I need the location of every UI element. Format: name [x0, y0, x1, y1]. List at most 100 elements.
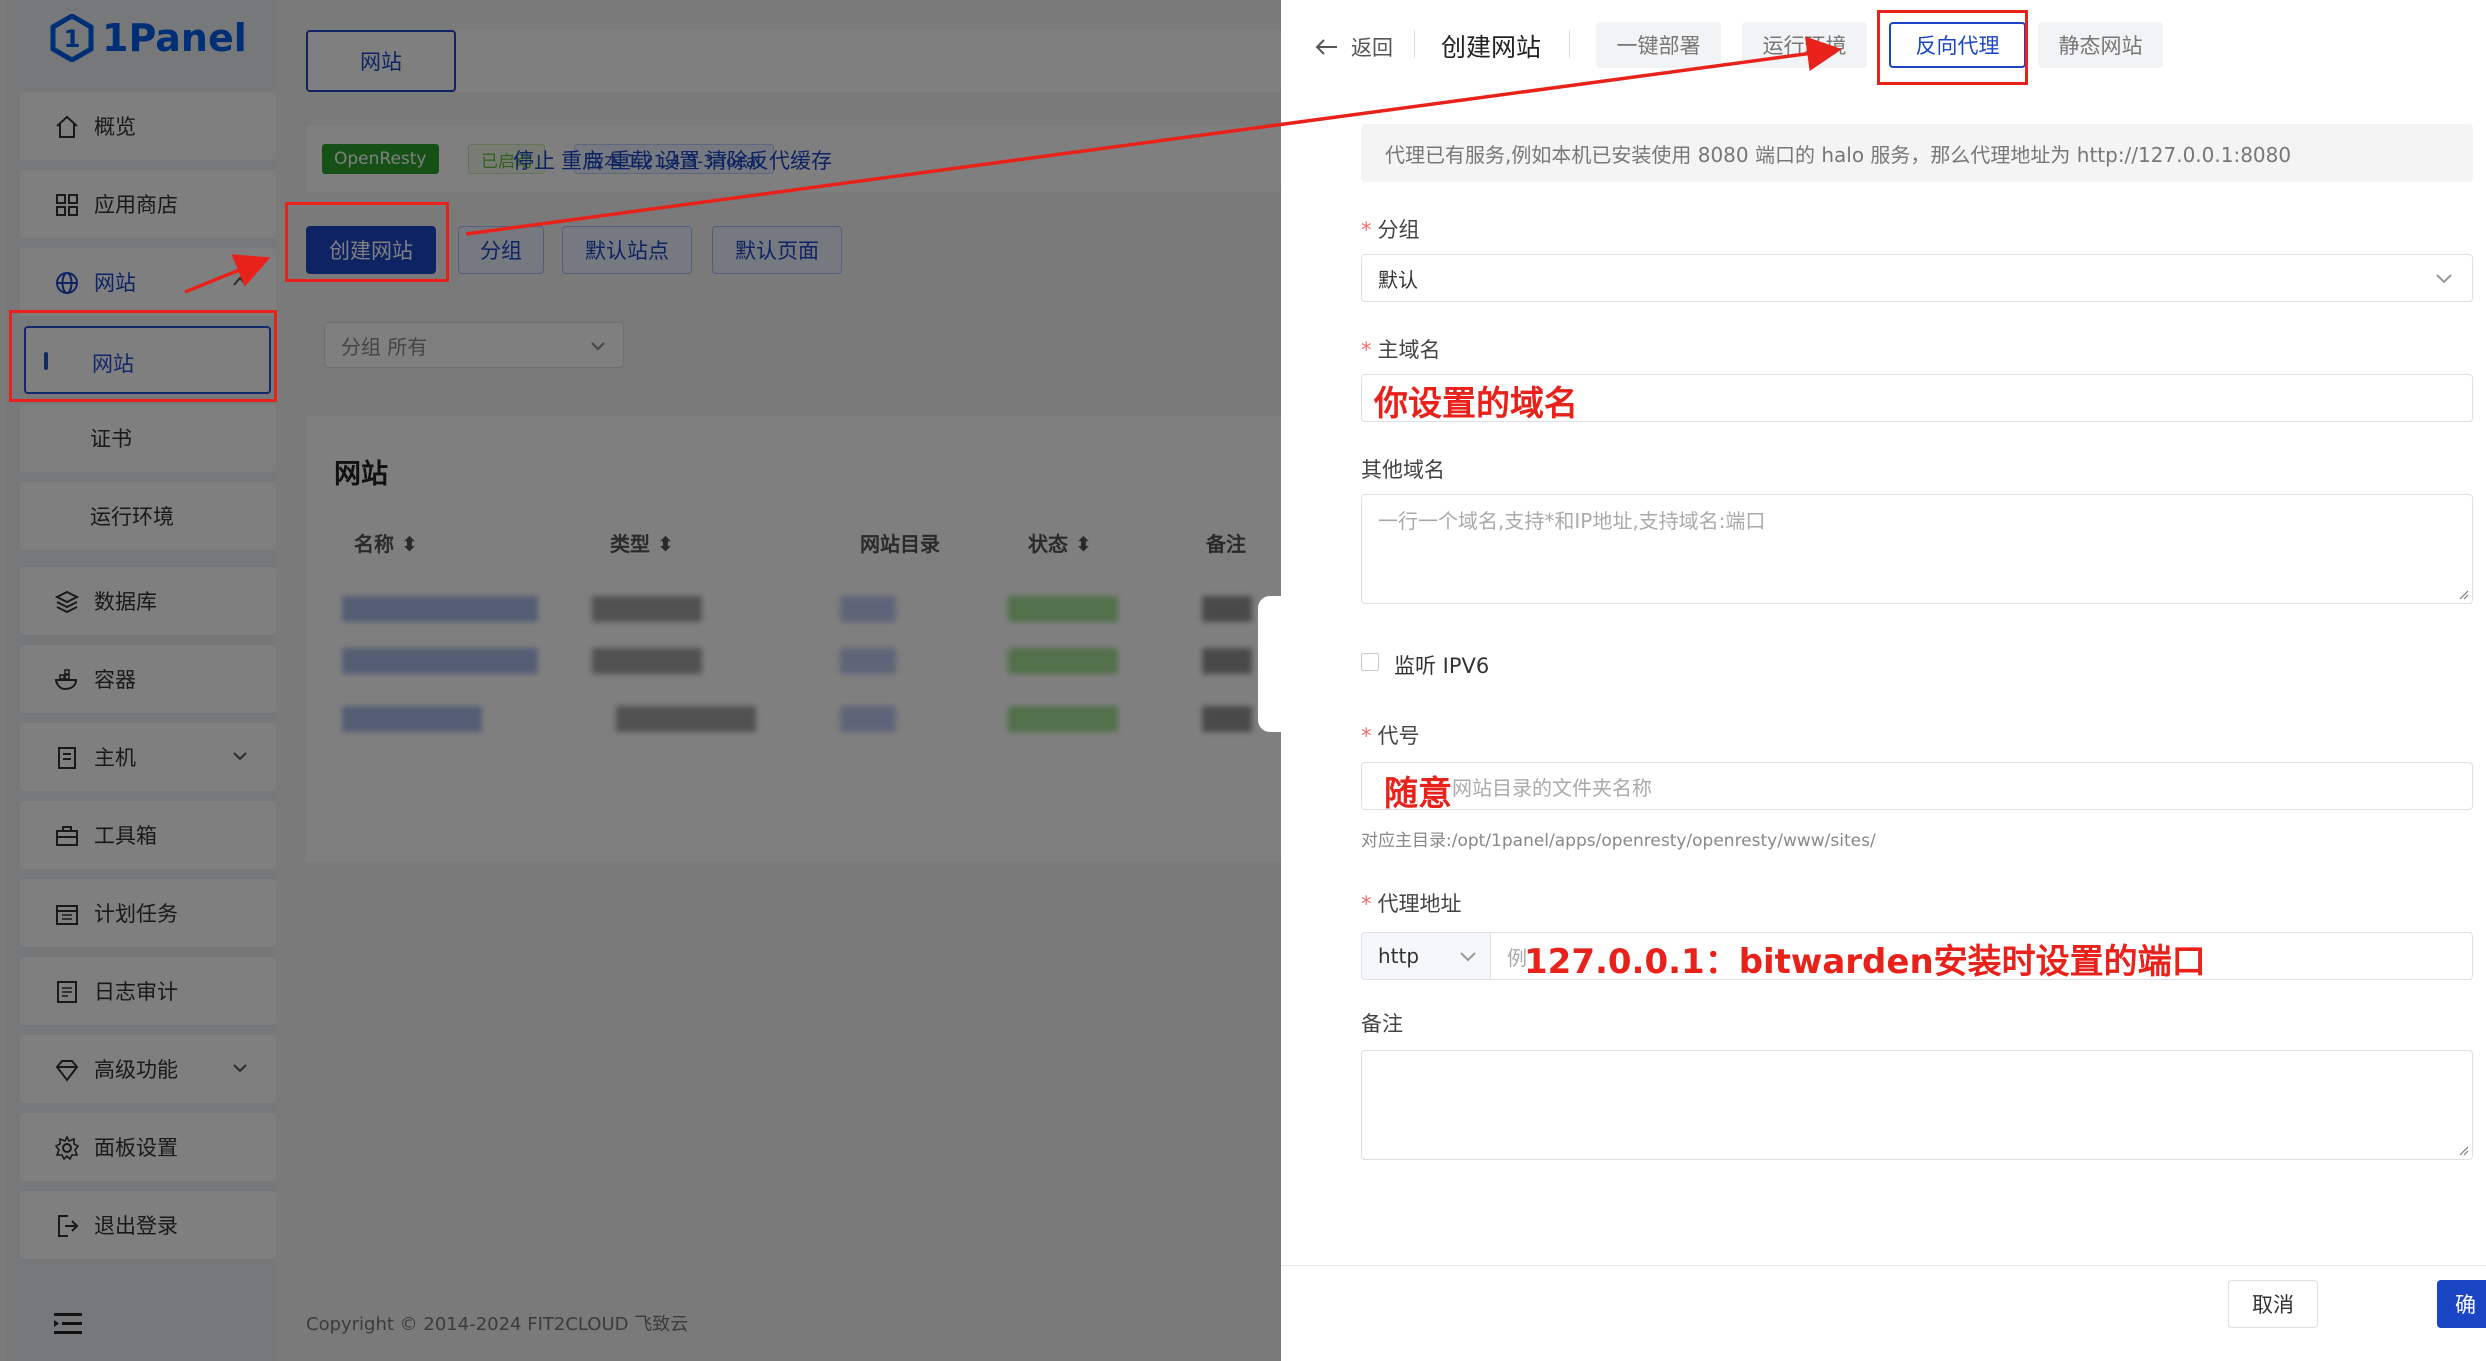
home-icon [56, 115, 78, 138]
sidebar-item-container[interactable]: 容器 [20, 645, 276, 713]
default-page-button[interactable]: 默认页面 [712, 226, 842, 274]
annotation-domain: 你设置的域名 [1374, 384, 1578, 424]
tab-static-website[interactable]: 静态网站 [2038, 22, 2163, 68]
table-row[interactable] [342, 648, 538, 674]
sidebar: 1 1Panel 概览 应用商店 网站 网站 证书 运行环境 数据库 容器 主机… [6, 0, 276, 1361]
server-icon [58, 747, 76, 769]
tab-one-click-deploy[interactable]: 一键部署 [1596, 22, 1721, 68]
sidebar-item-label: 工具箱 [94, 824, 157, 848]
sidebar-item-label: 计划任务 [94, 902, 178, 926]
annotation-box-sidebar-website [9, 310, 277, 402]
menu-collapse-icon[interactable] [54, 1312, 84, 1336]
stop-link[interactable]: 停止 [513, 145, 555, 175]
protocol-value: http [1378, 944, 1420, 968]
alias-placeholder: 网站目录的文件夹名称 [1452, 775, 1652, 800]
table-cell [1008, 648, 1118, 674]
chevron-down-icon [591, 342, 605, 351]
alias-label: * 代号 [1361, 724, 1420, 748]
table-cell [1202, 648, 1252, 674]
tab-runtime[interactable]: 运行环境 [1742, 22, 1867, 68]
clear-proxy-cache-link[interactable]: 清除反代缓存 [706, 145, 832, 175]
sidebar-item-website-group[interactable]: 网站 [20, 248, 276, 316]
sidebar-item-overview[interactable]: 概览 [20, 92, 276, 160]
filter-value: 所有 [387, 334, 428, 359]
group-button[interactable]: 分组 [458, 226, 544, 274]
column-header-name[interactable]: 名称 ⬍ [354, 528, 418, 557]
chevron-down-icon [233, 1064, 247, 1073]
server-badge: OpenResty [322, 144, 439, 174]
create-website-drawer: 返回 创建网站 一键部署 运行环境 反向代理 静态网站 代理已有服务,例如本机已… [1281, 0, 2486, 1361]
sidebar-item-label: 数据库 [94, 590, 157, 614]
sidebar-item-advanced[interactable]: 高级功能 [20, 1035, 276, 1103]
sidebar-item-cron[interactable]: 计划任务 [20, 879, 276, 947]
protocol-select[interactable]: http [1361, 932, 1491, 980]
table-cell [840, 648, 896, 674]
logo: 1 1Panel [50, 14, 247, 62]
sidebar-item-panel-settings[interactable]: 面板设置 [20, 1113, 276, 1181]
table-cell [840, 596, 896, 622]
back-button[interactable]: 返回 [1315, 32, 1393, 62]
sidebar-item-runtime[interactable]: 运行环境 [20, 482, 276, 550]
cancel-button[interactable]: 取消 [2228, 1280, 2318, 1328]
group-select[interactable]: 默认 [1361, 254, 2473, 302]
sidebar-item-certificate[interactable]: 证书 [20, 404, 276, 472]
database-layers-icon [54, 590, 80, 614]
sidebar-item-host[interactable]: 主机 [20, 723, 276, 791]
default-site-button[interactable]: 默认站点 [562, 226, 692, 274]
resize-grip-icon [2459, 1146, 2469, 1156]
table-cell [1008, 596, 1118, 622]
confirm-button[interactable]: 确 [2437, 1280, 2486, 1328]
table-cell [840, 706, 896, 732]
group-filter-select[interactable]: 分组 所有 [324, 322, 624, 368]
restart-link[interactable]: 重启 [561, 145, 603, 175]
table-row[interactable] [342, 706, 482, 732]
sidebar-item-label: 面板设置 [94, 1136, 178, 1160]
diamond-icon [55, 1060, 79, 1082]
alias-hint: 对应主目录:/opt/1panel/apps/openresty/openres… [1361, 831, 1876, 851]
table-cell [1202, 596, 1252, 622]
primary-domain-label: * 主域名 [1361, 338, 1441, 362]
remark-textarea[interactable] [1361, 1050, 2473, 1160]
divider [1569, 30, 1570, 58]
ipv6-label[interactable]: 监听 IPV6 [1394, 650, 1489, 680]
logout-icon [58, 1215, 79, 1237]
tab-website[interactable]: 网站 [306, 30, 456, 92]
sidebar-item-logout[interactable]: 退出登录 [20, 1191, 276, 1259]
settings-link[interactable]: 设置 [658, 145, 700, 175]
reload-link[interactable]: 重载 [610, 145, 652, 175]
alias-input[interactable]: 网站目录的文件夹名称 [1361, 762, 2473, 810]
proxy-address-label: * 代理地址 [1361, 892, 1462, 916]
brand-name: 1Panel [102, 16, 247, 60]
sidebar-item-log-audit[interactable]: 日志审计 [20, 957, 276, 1025]
sidebar-item-label: 证书 [90, 427, 132, 451]
column-header-status[interactable]: 状态 ⬍ [1028, 528, 1092, 557]
other-domains-textarea[interactable]: 一行一个域名,支持*和IP地址,支持域名:端口 [1361, 494, 2473, 604]
annotation-box-reverse-proxy-tab [1877, 10, 2028, 85]
group-label: * 分组 [1361, 218, 1420, 242]
drawer-title: 创建网站 [1441, 33, 1542, 62]
resize-grip-icon [2459, 590, 2469, 600]
table-cell [616, 706, 756, 732]
sidebar-item-app-store[interactable]: 应用商店 [20, 170, 276, 238]
other-domains-placeholder: 一行一个域名,支持*和IP地址,支持域名:端口 [1378, 509, 1766, 533]
drawer-resize-handle[interactable] [1258, 596, 1281, 732]
sidebar-item-label: 网站 [94, 271, 136, 295]
column-header-type[interactable]: 类型 ⬍ [610, 528, 674, 557]
sidebar-item-label: 运行环境 [90, 505, 174, 529]
globe-icon [56, 272, 78, 294]
ipv6-checkbox[interactable] [1361, 653, 1379, 671]
arrow-left-icon [1315, 39, 1337, 55]
sidebar-item-database[interactable]: 数据库 [20, 567, 276, 635]
column-header-directory: 网站目录 [860, 532, 940, 556]
proxy-info-alert: 代理已有服务,例如本机已安装使用 8080 端口的 halo 服务，那么代理地址… [1361, 124, 2473, 182]
table-row[interactable] [342, 596, 538, 622]
chevron-down-icon [2436, 274, 2452, 284]
sidebar-item-label: 应用商店 [94, 193, 178, 217]
back-label: 返回 [1351, 36, 1393, 60]
sidebar-item-label: 主机 [94, 746, 136, 770]
chevron-down-icon [233, 752, 247, 761]
toolbox-icon [56, 826, 78, 846]
calendar-icon [56, 905, 78, 925]
annotation-proxy: 127.0.0.1：bitwarden安装时设置的端口 [1524, 942, 2206, 982]
sidebar-item-toolbox[interactable]: 工具箱 [20, 801, 276, 869]
